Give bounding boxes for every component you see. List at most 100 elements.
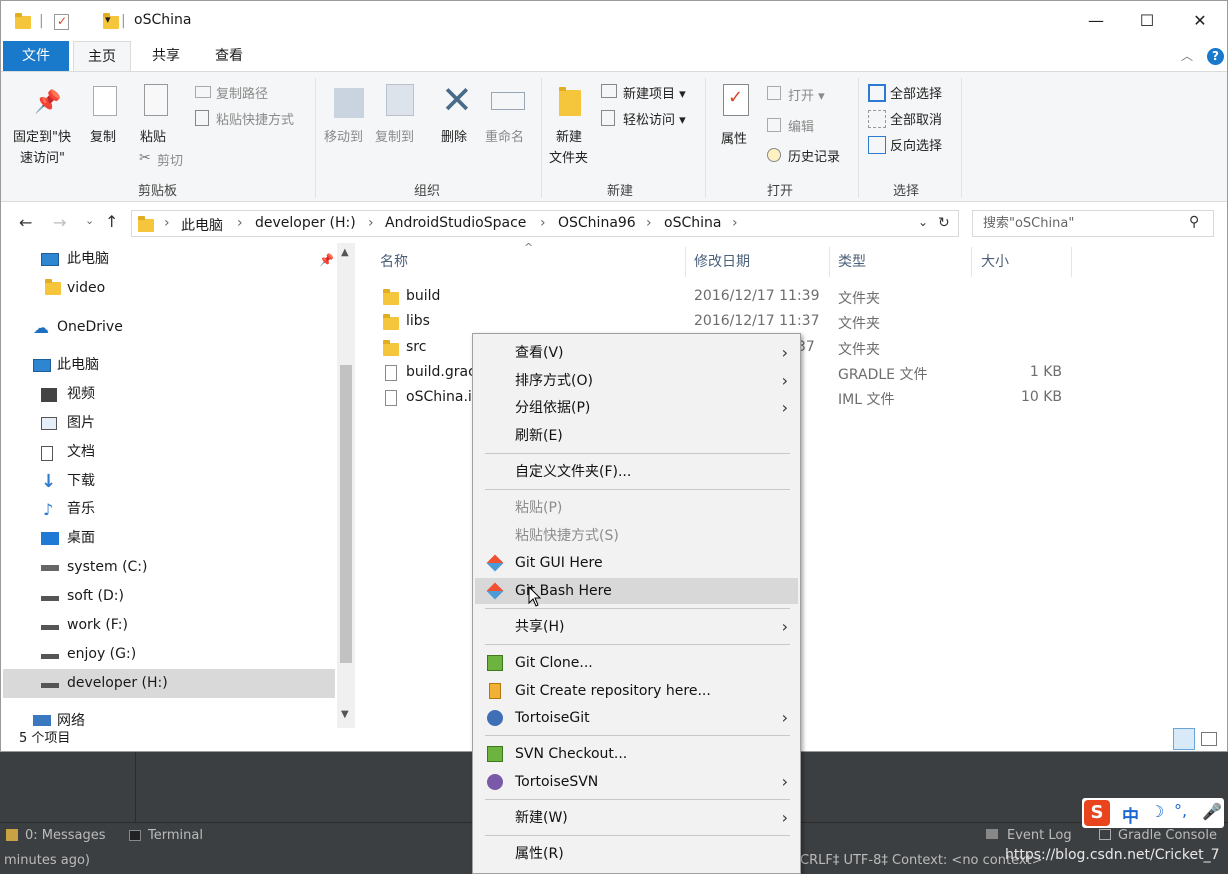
column-header-size[interactable]: 大小	[981, 251, 1009, 271]
breadcrumb-androidstudiospace[interactable]: AndroidStudioSpace	[385, 215, 526, 231]
nav-item-network[interactable]: 网络	[3, 707, 335, 728]
gradle-console-tab[interactable]: Gradle Console	[1118, 828, 1217, 843]
menu-item-tortoisesvn[interactable]: TortoiseSVN ›	[475, 769, 798, 795]
refresh-icon[interactable]: ↻	[938, 215, 950, 231]
history-button[interactable]: 历史记录	[788, 146, 840, 165]
menu-item-group[interactable]: 分组依据(P) ›	[475, 395, 798, 421]
nav-item-desktop[interactable]: 桌面	[3, 524, 335, 553]
terminal-tab[interactable]: Terminal	[148, 828, 203, 843]
back-arrow-icon[interactable]: ←	[19, 213, 32, 232]
search-icon[interactable]: ⚲	[1189, 214, 1199, 230]
nav-item-downloads[interactable]: ↓ 下载	[3, 467, 335, 496]
paste-button[interactable]: 粘贴	[140, 126, 166, 145]
move-to-button[interactable]: 移动到	[324, 126, 363, 145]
tab-file[interactable]: 文件	[3, 41, 69, 71]
select-all-button[interactable]: 全部选择	[890, 83, 942, 102]
new-folder-button[interactable]: 新建	[556, 126, 582, 145]
properties-check-icon[interactable]: ✓	[54, 14, 69, 30]
tab-view[interactable]: 查看	[204, 41, 254, 71]
nav-item-drive-h[interactable]: developer (H:)	[3, 669, 335, 698]
large-icons-view-icon[interactable]	[1201, 732, 1217, 746]
copy-path-button[interactable]: 复制路径	[216, 83, 268, 102]
column-header-name[interactable]: 名称	[380, 251, 408, 271]
punctuation-icon[interactable]: °,	[1174, 801, 1187, 820]
quick-access-dropdown-icon[interactable]: ▾	[105, 13, 111, 26]
help-icon[interactable]: ?	[1207, 48, 1224, 65]
address-bar[interactable]: › 此电脑 › developer (H:) › AndroidStudioSp…	[131, 210, 959, 237]
nav-item-music[interactable]: ♪ 音乐	[3, 495, 335, 524]
menu-item-customize-folder[interactable]: 自定义文件夹(F)...	[475, 459, 798, 485]
close-button[interactable]: ✕	[1175, 1, 1225, 41]
nav-item-drive-g[interactable]: enjoy (G:)	[3, 640, 335, 669]
paste-shortcut-button[interactable]: 粘贴快捷方式	[216, 109, 294, 128]
recent-locations-icon[interactable]: ⌄	[85, 214, 94, 227]
invert-selection-button[interactable]: 反向选择	[890, 135, 942, 154]
nav-item-drive-f[interactable]: work (F:)	[3, 611, 335, 640]
pin-quick-access-button[interactable]: 固定到"快	[13, 126, 71, 145]
search-input[interactable]: 搜索"oSChina"	[972, 210, 1214, 237]
breadcrumb-this-pc[interactable]: 此电脑	[181, 215, 223, 235]
menu-item-share[interactable]: 共享(H) ›	[475, 614, 798, 640]
breadcrumb-oschina[interactable]: oSChina	[664, 215, 721, 231]
select-none-button[interactable]: 全部取消	[890, 109, 942, 128]
menu-item-svn-checkout[interactable]: SVN Checkout...	[475, 741, 798, 767]
menu-item-git-gui[interactable]: Git GUI Here	[475, 550, 798, 576]
nav-scrollbar[interactable]: ▲ ▼	[337, 243, 355, 728]
properties-button[interactable]: 属性	[721, 128, 747, 147]
ime-toolbar[interactable]: S 中 ☽ °, 🎤	[1082, 798, 1224, 828]
nav-item-this-pc[interactable]: 此电脑	[3, 351, 335, 380]
menu-item-sort[interactable]: 排序方式(O) ›	[475, 368, 798, 394]
easy-access-button[interactable]: 轻松访问 ▾	[623, 109, 686, 128]
microphone-icon[interactable]: 🎤	[1202, 802, 1222, 821]
nav-item-onedrive[interactable]: ☁ OneDrive	[3, 313, 335, 342]
details-view-icon[interactable]	[1173, 728, 1195, 750]
column-header-type[interactable]: 类型	[838, 251, 866, 271]
column-header-date[interactable]: 修改日期	[694, 251, 750, 271]
nav-item-this-pc-quick[interactable]: 此电脑	[3, 245, 335, 274]
ime-language-toggle[interactable]: 中	[1122, 802, 1139, 827]
copy-to-button[interactable]: 复制到	[375, 126, 414, 145]
menu-item-paste[interactable]: 粘贴(P)	[475, 495, 798, 521]
scroll-up-icon[interactable]: ▲	[341, 247, 349, 258]
delete-button[interactable]: 删除	[441, 126, 467, 145]
file-row-build[interactable]: build 2016/12/17 11:39 文件夹	[361, 285, 1081, 310]
nav-item-documents[interactable]: 文档	[3, 438, 335, 467]
breadcrumb-developer[interactable]: developer (H:)	[255, 215, 356, 231]
moon-icon[interactable]: ☽	[1150, 802, 1164, 821]
sogou-logo-icon[interactable]: S	[1084, 800, 1110, 826]
menu-item-git-clone[interactable]: Git Clone...	[475, 650, 798, 676]
menu-item-git-create-repo[interactable]: Git Create repository here...	[475, 678, 798, 704]
messages-tab[interactable]: 0: Messages	[25, 828, 106, 843]
nav-item-pictures[interactable]: 图片	[3, 409, 335, 438]
menu-item-git-bash[interactable]: Git Bash Here	[475, 578, 798, 604]
up-arrow-icon[interactable]: ↑	[105, 212, 118, 231]
nav-item-drive-d[interactable]: soft (D:)	[3, 582, 335, 611]
maximize-button[interactable]: ☐	[1122, 1, 1172, 41]
copy-button[interactable]: 复制	[90, 126, 116, 145]
menu-item-properties[interactable]: 属性(R)	[475, 841, 798, 867]
event-log-tab[interactable]: Event Log	[1007, 828, 1072, 843]
new-item-button[interactable]: 新建项目 ▾	[623, 83, 686, 102]
file-row-libs[interactable]: libs 2016/12/17 11:37 文件夹	[361, 310, 1081, 335]
tab-home[interactable]: 主页	[73, 41, 131, 72]
collapse-ribbon-icon[interactable]: ︿	[1181, 47, 1193, 64]
menu-item-paste-shortcut[interactable]: 粘贴快捷方式(S)	[475, 523, 798, 549]
nav-item-videos[interactable]: 视频	[3, 380, 335, 409]
nav-item-video[interactable]: video	[3, 274, 335, 303]
breadcrumb-oschina96[interactable]: OSChina96	[558, 215, 636, 231]
scroll-down-icon[interactable]: ▼	[341, 709, 349, 720]
nav-item-drive-c[interactable]: system (C:)	[3, 553, 335, 582]
menu-item-refresh[interactable]: 刷新(E)	[475, 423, 798, 449]
menu-item-tortoisegit[interactable]: TortoiseGit ›	[475, 705, 798, 731]
menu-item-new[interactable]: 新建(W) ›	[475, 805, 798, 831]
menu-item-view[interactable]: 查看(V) ›	[475, 340, 798, 366]
tab-share[interactable]: 共享	[141, 41, 191, 71]
minimize-button[interactable]: —	[1071, 1, 1121, 41]
address-dropdown-icon[interactable]: ⌄	[918, 215, 928, 229]
nav-scrollbar-thumb[interactable]	[340, 365, 352, 663]
forward-arrow-icon[interactable]: →	[53, 213, 66, 232]
open-button[interactable]: 打开 ▾	[788, 85, 825, 104]
edit-button[interactable]: 编辑	[788, 116, 814, 135]
rename-button[interactable]: 重命名	[485, 126, 524, 145]
cut-button[interactable]: 剪切	[157, 150, 183, 169]
